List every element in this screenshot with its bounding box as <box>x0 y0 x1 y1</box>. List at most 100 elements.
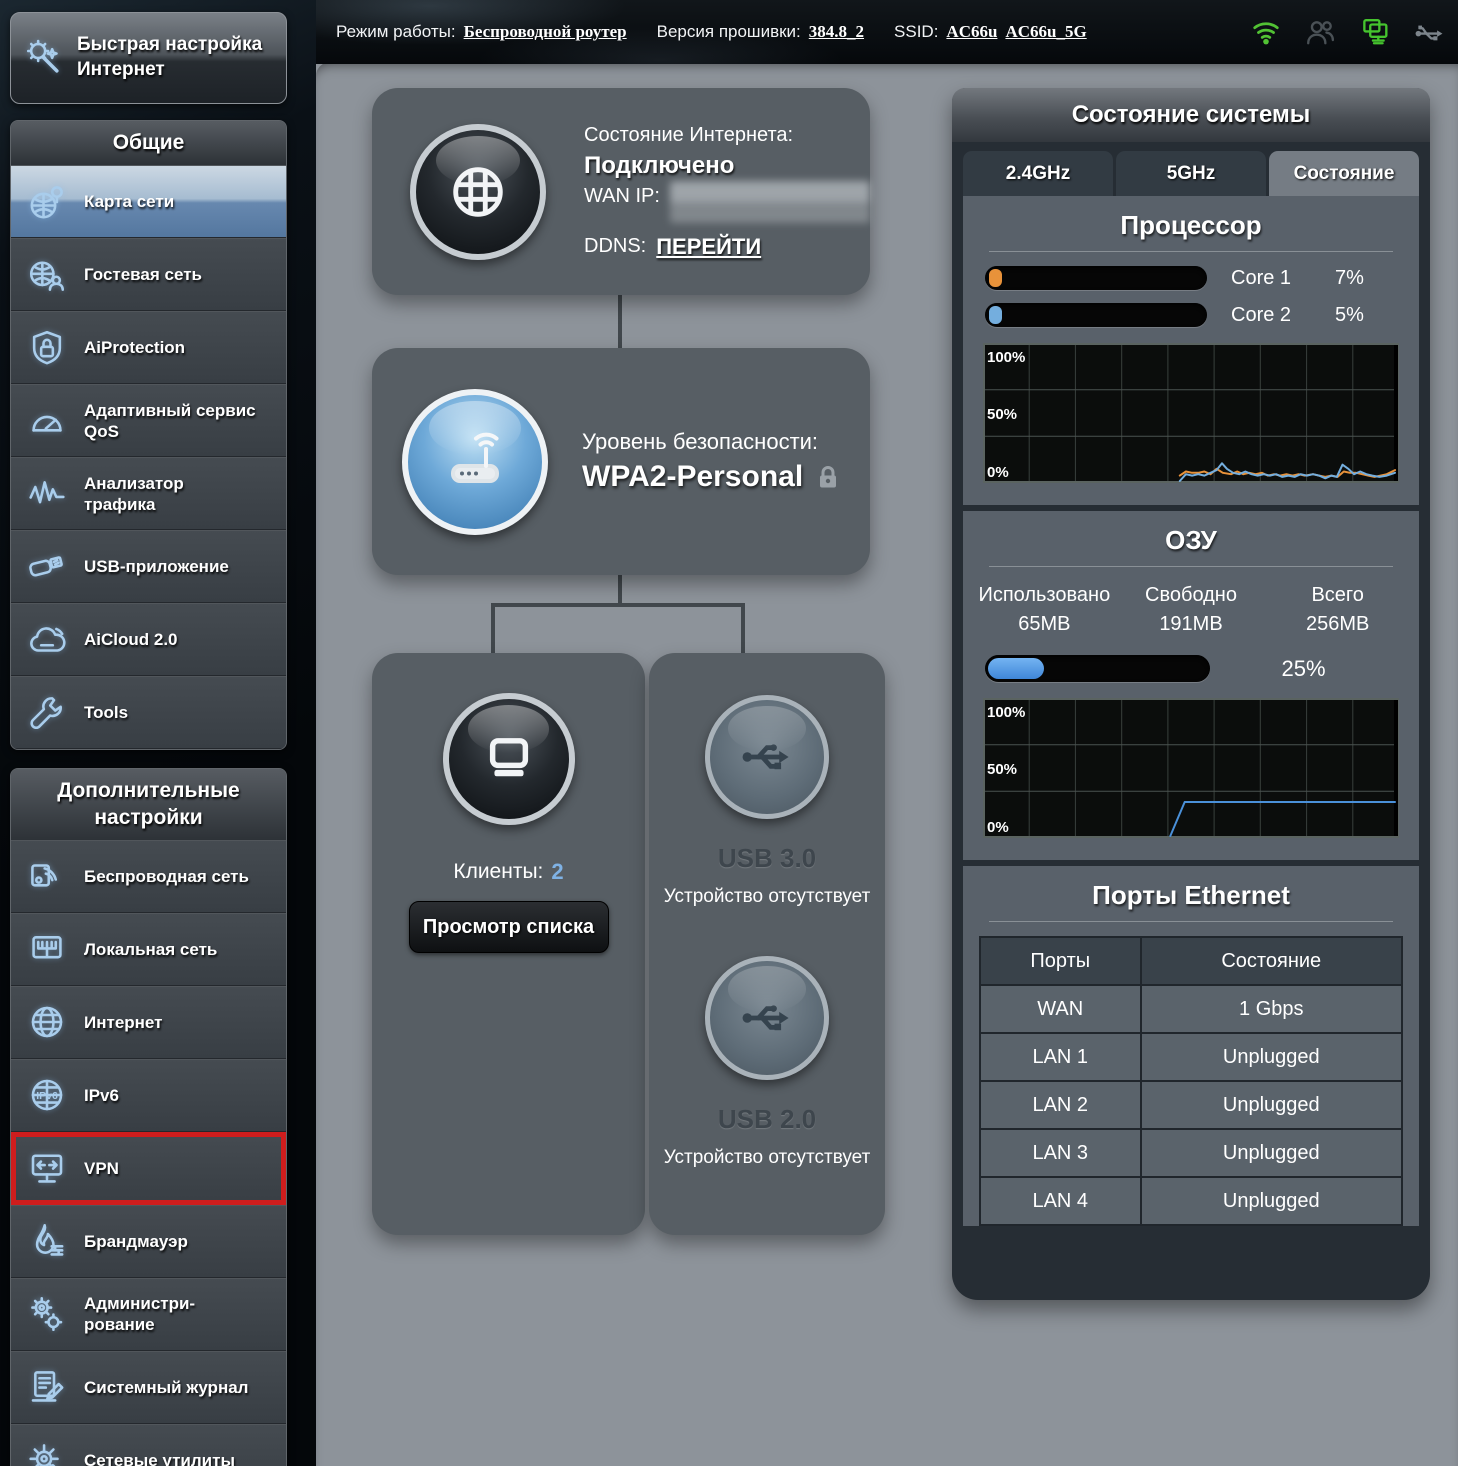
core1-bar-fill <box>989 269 1002 287</box>
ram-section: ОЗУ Использовано 65MB Свободно 191MB Все… <box>963 511 1419 860</box>
divider <box>989 251 1393 252</box>
tab-status[interactable]: Состояние <box>1269 151 1419 196</box>
waveform-icon <box>24 472 70 516</box>
ram-usage-percent: 25% <box>1210 656 1397 682</box>
ports-column-header: Порты <box>980 937 1141 985</box>
ssid-5g-link[interactable]: AC66u_5G <box>1005 22 1086 42</box>
sidebar-item-ipv6[interactable]: IPv6 IPv6 <box>11 1059 286 1132</box>
ddns-go-link[interactable]: ПЕРЕЙТИ <box>656 234 761 260</box>
ethernet-ports-table: Порты Состояние WAN 1 Gbps LAN 1 Unplugg… <box>979 936 1403 1226</box>
system-status-title: Состояние системы <box>952 88 1430 142</box>
sidebar-item-aicloud[interactable]: AiCloud 2.0 <box>11 603 286 676</box>
clients-status-icon[interactable] <box>1304 16 1336 48</box>
connector-to-usb <box>741 605 745 655</box>
system-status-panel: Состояние системы 2.4GHz 5GHz Состояние … <box>952 88 1430 1300</box>
svg-text:0%: 0% <box>987 464 1009 481</box>
gears-icon <box>24 1292 70 1336</box>
sidebar-item-system-log[interactable]: Системный журнал <box>11 1351 286 1424</box>
ram-bar-row: 25% <box>985 655 1397 682</box>
table-header-row: Порты Состояние <box>980 937 1402 985</box>
svg-text:100%: 100% <box>987 704 1025 721</box>
core2-bar <box>985 303 1207 327</box>
sidebar-item-network-tools[interactable]: Сетевые утилиты <box>11 1424 286 1466</box>
router-security-button[interactable] <box>402 389 548 535</box>
ram-usage-bar <box>985 655 1210 682</box>
sidebar-item-network-map[interactable]: Карта сети <box>11 165 286 238</box>
sidebar-item-firewall[interactable]: Брандмауэр <box>11 1205 286 1278</box>
operation-mode-link[interactable]: Беспроводной роутер <box>464 22 627 42</box>
vpn-monitor-icon <box>24 1146 70 1190</box>
internet-status-panel: Состояние Интернета: Подключено WAN IP: … <box>372 88 870 295</box>
divider <box>989 566 1393 567</box>
ssid-label: SSID: <box>894 22 938 42</box>
sidebar-general-box: Общие Карта сети Гостевая сеть AiProtect… <box>10 120 287 750</box>
sidebar-general-header: Общие <box>11 121 286 165</box>
wifi-status-icon[interactable] <box>1250 16 1282 48</box>
table-row: WAN 1 Gbps <box>980 985 1402 1033</box>
sidebar-advanced-header: Дополнительные настройки <box>11 769 286 840</box>
wan-ip-blurred-value <box>670 181 870 223</box>
flame-icon <box>24 1219 70 1263</box>
internet-status-label: Состояние Интернета: <box>584 124 870 147</box>
usb-status-icon[interactable] <box>1412 16 1444 48</box>
sidebar: Быстрая настройка Интернет Общие Карта с… <box>0 0 316 1466</box>
network-map-icon <box>24 180 70 224</box>
sidebar-item-lan[interactable]: Локальная сеть <box>11 913 286 986</box>
table-row: LAN 2 Unplugged <box>980 1081 1402 1129</box>
wan-ip-label: WAN IP: <box>584 185 660 208</box>
divider <box>989 921 1393 922</box>
clients-button[interactable] <box>443 693 575 825</box>
clients-count: 2 <box>551 859 563 885</box>
devices-status-icon[interactable] <box>1358 16 1390 48</box>
svg-text:50%: 50% <box>987 406 1017 423</box>
security-level-value: WPA2-Personal <box>582 460 803 494</box>
wireless-icon <box>24 854 70 898</box>
svg-text:50%: 50% <box>987 761 1017 778</box>
sidebar-item-vpn[interactable]: VPN <box>11 1132 286 1205</box>
table-row: LAN 4 Unplugged <box>980 1177 1402 1225</box>
globe-icon <box>24 1000 70 1044</box>
security-level-label: Уровень безопасности: <box>582 429 841 455</box>
core1-bar <box>985 266 1207 290</box>
usb3-status: Устройство отсутствует <box>664 884 871 910</box>
usb-stick-icon <box>24 545 70 589</box>
view-client-list-button[interactable]: Просмотр списка <box>409 901 609 953</box>
internet-status-value: Подключено <box>584 152 870 180</box>
ram-free-value: 191MB <box>1118 610 1265 639</box>
sidebar-item-adaptive-qos[interactable]: Адаптивный сервис QoS <box>11 384 286 457</box>
sidebar-item-tools[interactable]: Tools <box>11 676 286 749</box>
sidebar-item-traffic-analyzer[interactable]: Анализатор трафика <box>11 457 286 530</box>
system-status-tabs: 2.4GHz 5GHz Состояние <box>963 151 1419 196</box>
gauge-icon <box>24 399 70 443</box>
clients-panel: Клиенты: 2 Просмотр списка <box>372 653 645 1235</box>
core1-row: Core 1 7% <box>985 266 1397 290</box>
sidebar-item-administration[interactable]: Администри-рование <box>11 1278 286 1351</box>
firmware-label: Версия прошивки: <box>657 22 801 42</box>
table-row: LAN 1 Unplugged <box>980 1033 1402 1081</box>
ethernet-section: Порты Ethernet Порты Состояние WAN 1 Gbp… <box>963 866 1419 1226</box>
sidebar-item-guest-network[interactable]: Гостевая сеть <box>11 238 286 311</box>
security-panel: Уровень безопасности: WPA2-Personal <box>372 348 870 575</box>
usb2-status: Устройство отсутствует <box>664 1145 871 1171</box>
ipv6-icon: IPv6 <box>24 1073 70 1117</box>
usb3-title: USB 3.0 <box>718 843 816 874</box>
router-icon <box>442 429 508 495</box>
sidebar-item-wireless[interactable]: Беспроводная сеть <box>11 840 286 913</box>
sidebar-item-wan[interactable]: Интернет <box>11 986 286 1059</box>
tab-24ghz[interactable]: 2.4GHz <box>963 151 1113 196</box>
usb-panel: USB 3.0 Устройство отсутствует USB 2.0 У… <box>649 653 885 1235</box>
quick-setup-button[interactable]: Быстрая настройка Интернет <box>10 12 287 104</box>
sidebar-item-usb-application[interactable]: USB-приложение <box>11 530 286 603</box>
svg-text:0%: 0% <box>987 819 1009 836</box>
internet-globe-button[interactable] <box>410 124 546 260</box>
firmware-version-link[interactable]: 384.8_2 <box>809 22 864 42</box>
tab-5ghz[interactable]: 5GHz <box>1116 151 1266 196</box>
ram-usage-graph: 100% 50% 0% <box>983 698 1399 860</box>
ssid-24-link[interactable]: AC66u <box>946 22 997 42</box>
usb3-button[interactable] <box>705 695 829 819</box>
connector-to-clients <box>491 605 495 655</box>
sidebar-item-aiprotection[interactable]: AiProtection <box>11 311 286 384</box>
usb2-button[interactable] <box>705 956 829 1080</box>
ram-used-value: 65MB <box>971 610 1118 639</box>
clients-label: Клиенты: <box>453 860 543 884</box>
